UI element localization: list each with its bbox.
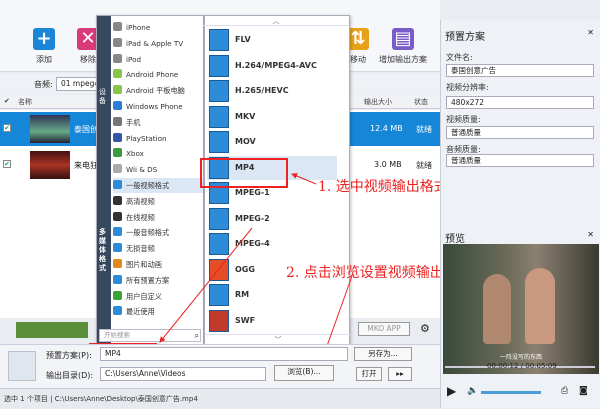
volume-icon[interactable]: 🔈 <box>467 386 478 396</box>
preview-title: 预览 <box>445 234 465 245</box>
preset-format-icon <box>8 351 36 381</box>
time-readout: 00:00:12 / 00:05:09 <box>487 362 557 370</box>
open-button[interactable]: 打开 <box>356 367 382 381</box>
output-dir-label: 输出目录(D): <box>46 371 94 380</box>
browse-button[interactable]: 浏览(B)... <box>274 365 334 381</box>
resolution-select[interactable]: 480x272 <box>446 96 594 109</box>
close-icon[interactable]: ✕ <box>587 28 594 37</box>
preset-panel-title: 预置方案 <box>445 32 485 43</box>
bottom-bar: 预置方案(P): MP4 另存为... 输出目录(D): C:\Users\An… <box>0 344 440 388</box>
camera-icon[interactable]: ◙ <box>579 386 588 396</box>
video-preview: 一阵没写的东西 <box>443 244 599 374</box>
video-subtitle: 一阵没写的东西 <box>499 354 542 361</box>
filename-label: 文件名: <box>446 53 473 62</box>
play-icon[interactable]: ▶ <box>447 384 456 398</box>
more-options-icon[interactable]: ▸▸ <box>388 367 412 381</box>
video-quality-select[interactable]: 普通质量 <box>446 126 594 139</box>
save-as-button[interactable]: 另存为... <box>354 347 412 361</box>
status-bar: 选中 1 个项目 | C:\Users\Anne\Desktop\泰国创意广告.… <box>0 388 440 408</box>
preset-select[interactable]: MP4 <box>100 347 348 361</box>
close-preview-icon[interactable]: ✕ <box>587 230 594 239</box>
output-dir-field[interactable]: C:\Users\Anne\Videos <box>100 367 266 381</box>
snapshot-icon[interactable]: ⎙ <box>561 386 568 396</box>
volume-slider[interactable] <box>481 391 541 394</box>
preset-panel: 预置方案 ✕ 文件名: 泰国创意广告 视频分辨率: 480x272 视频质量: … <box>440 20 600 408</box>
video-quality-label: 视频质量: <box>446 115 481 124</box>
preset-label: 预置方案(P): <box>46 351 92 360</box>
resolution-label: 视频分辨率: <box>446 83 489 92</box>
audio-quality-select[interactable]: 普通质量 <box>446 154 594 167</box>
filename-field[interactable]: 泰国创意广告 <box>446 64 594 77</box>
